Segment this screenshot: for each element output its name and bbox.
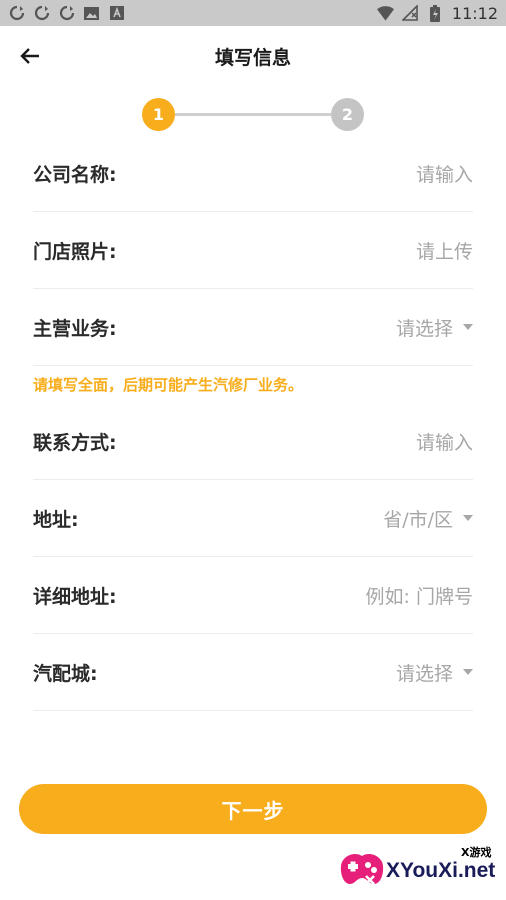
watermark-site-text: XYouXi.net [386,859,496,882]
main-business-select[interactable]: 请选择 [396,314,473,341]
contact-input[interactable]: 请输入 [416,428,473,455]
detail-address-label: 详细地址: [33,585,117,608]
dropdown-caret-icon [463,515,473,521]
address-label: 地址: [33,508,79,531]
main-business-label: 主营业务: [33,317,117,340]
contact-label: 联系方式: [33,431,117,454]
main-business-field[interactable]: 主营业务: 请选择 [33,289,473,366]
sync-icon [58,5,75,22]
step-1-indicator: 1 [142,98,175,131]
address-field[interactable]: 地址: 省/市/区 [33,480,473,557]
watermark-small-text: X游戏 [461,846,492,859]
status-time: 11:12 [451,3,498,23]
dropdown-caret-icon [463,669,473,675]
page-title: 填写信息 [214,46,291,69]
next-step-button[interactable]: 下一步 [19,784,487,834]
stepper-connector [175,113,331,116]
business-warning-text: 请填写全面，后期可能产生汽修厂业务。 [33,376,304,394]
company-name-field[interactable]: 公司名称: 请输入 [33,135,473,212]
contact-field[interactable]: 联系方式: 请输入 [33,403,473,480]
parts-city-value: 请选择 [395,662,453,685]
parts-city-field[interactable]: 汽配城: 请选择 [33,634,473,711]
store-photo-upload[interactable]: 请上传 [416,237,473,264]
wifi-icon [376,5,394,22]
app-badge-icon [108,5,125,22]
image-icon [83,5,100,22]
site-watermark: X游戏 XYouXi.net [336,842,500,896]
sync-icon [8,5,25,22]
parts-city-label: 汽配城: [33,662,98,685]
detail-address-field[interactable]: 详细地址: 例如: 门牌号 [33,557,473,634]
status-bar: 11:12 [0,0,506,26]
store-photo-field[interactable]: 门店照片: 请上传 [33,212,473,289]
address-value: 省/市/区 [383,508,453,531]
dropdown-caret-icon [463,324,473,330]
app-header: 填写信息 [0,26,506,86]
progress-stepper: 1 2 [142,98,364,132]
store-photo-label: 门店照片: [33,240,117,263]
gamepad-logo-icon [336,848,384,892]
battery-icon [427,4,444,22]
company-name-label: 公司名称: [33,163,117,186]
company-name-input[interactable]: 请输入 [416,160,473,187]
address-select[interactable]: 省/市/区 [383,505,473,532]
main-business-value: 请选择 [395,317,453,340]
step-2-indicator: 2 [331,98,364,131]
sync-icon [33,5,50,22]
back-arrow-icon[interactable] [16,42,44,70]
no-sim-icon [402,5,419,22]
parts-city-select[interactable]: 请选择 [396,659,473,686]
detail-address-input[interactable]: 例如: 门牌号 [366,582,473,609]
